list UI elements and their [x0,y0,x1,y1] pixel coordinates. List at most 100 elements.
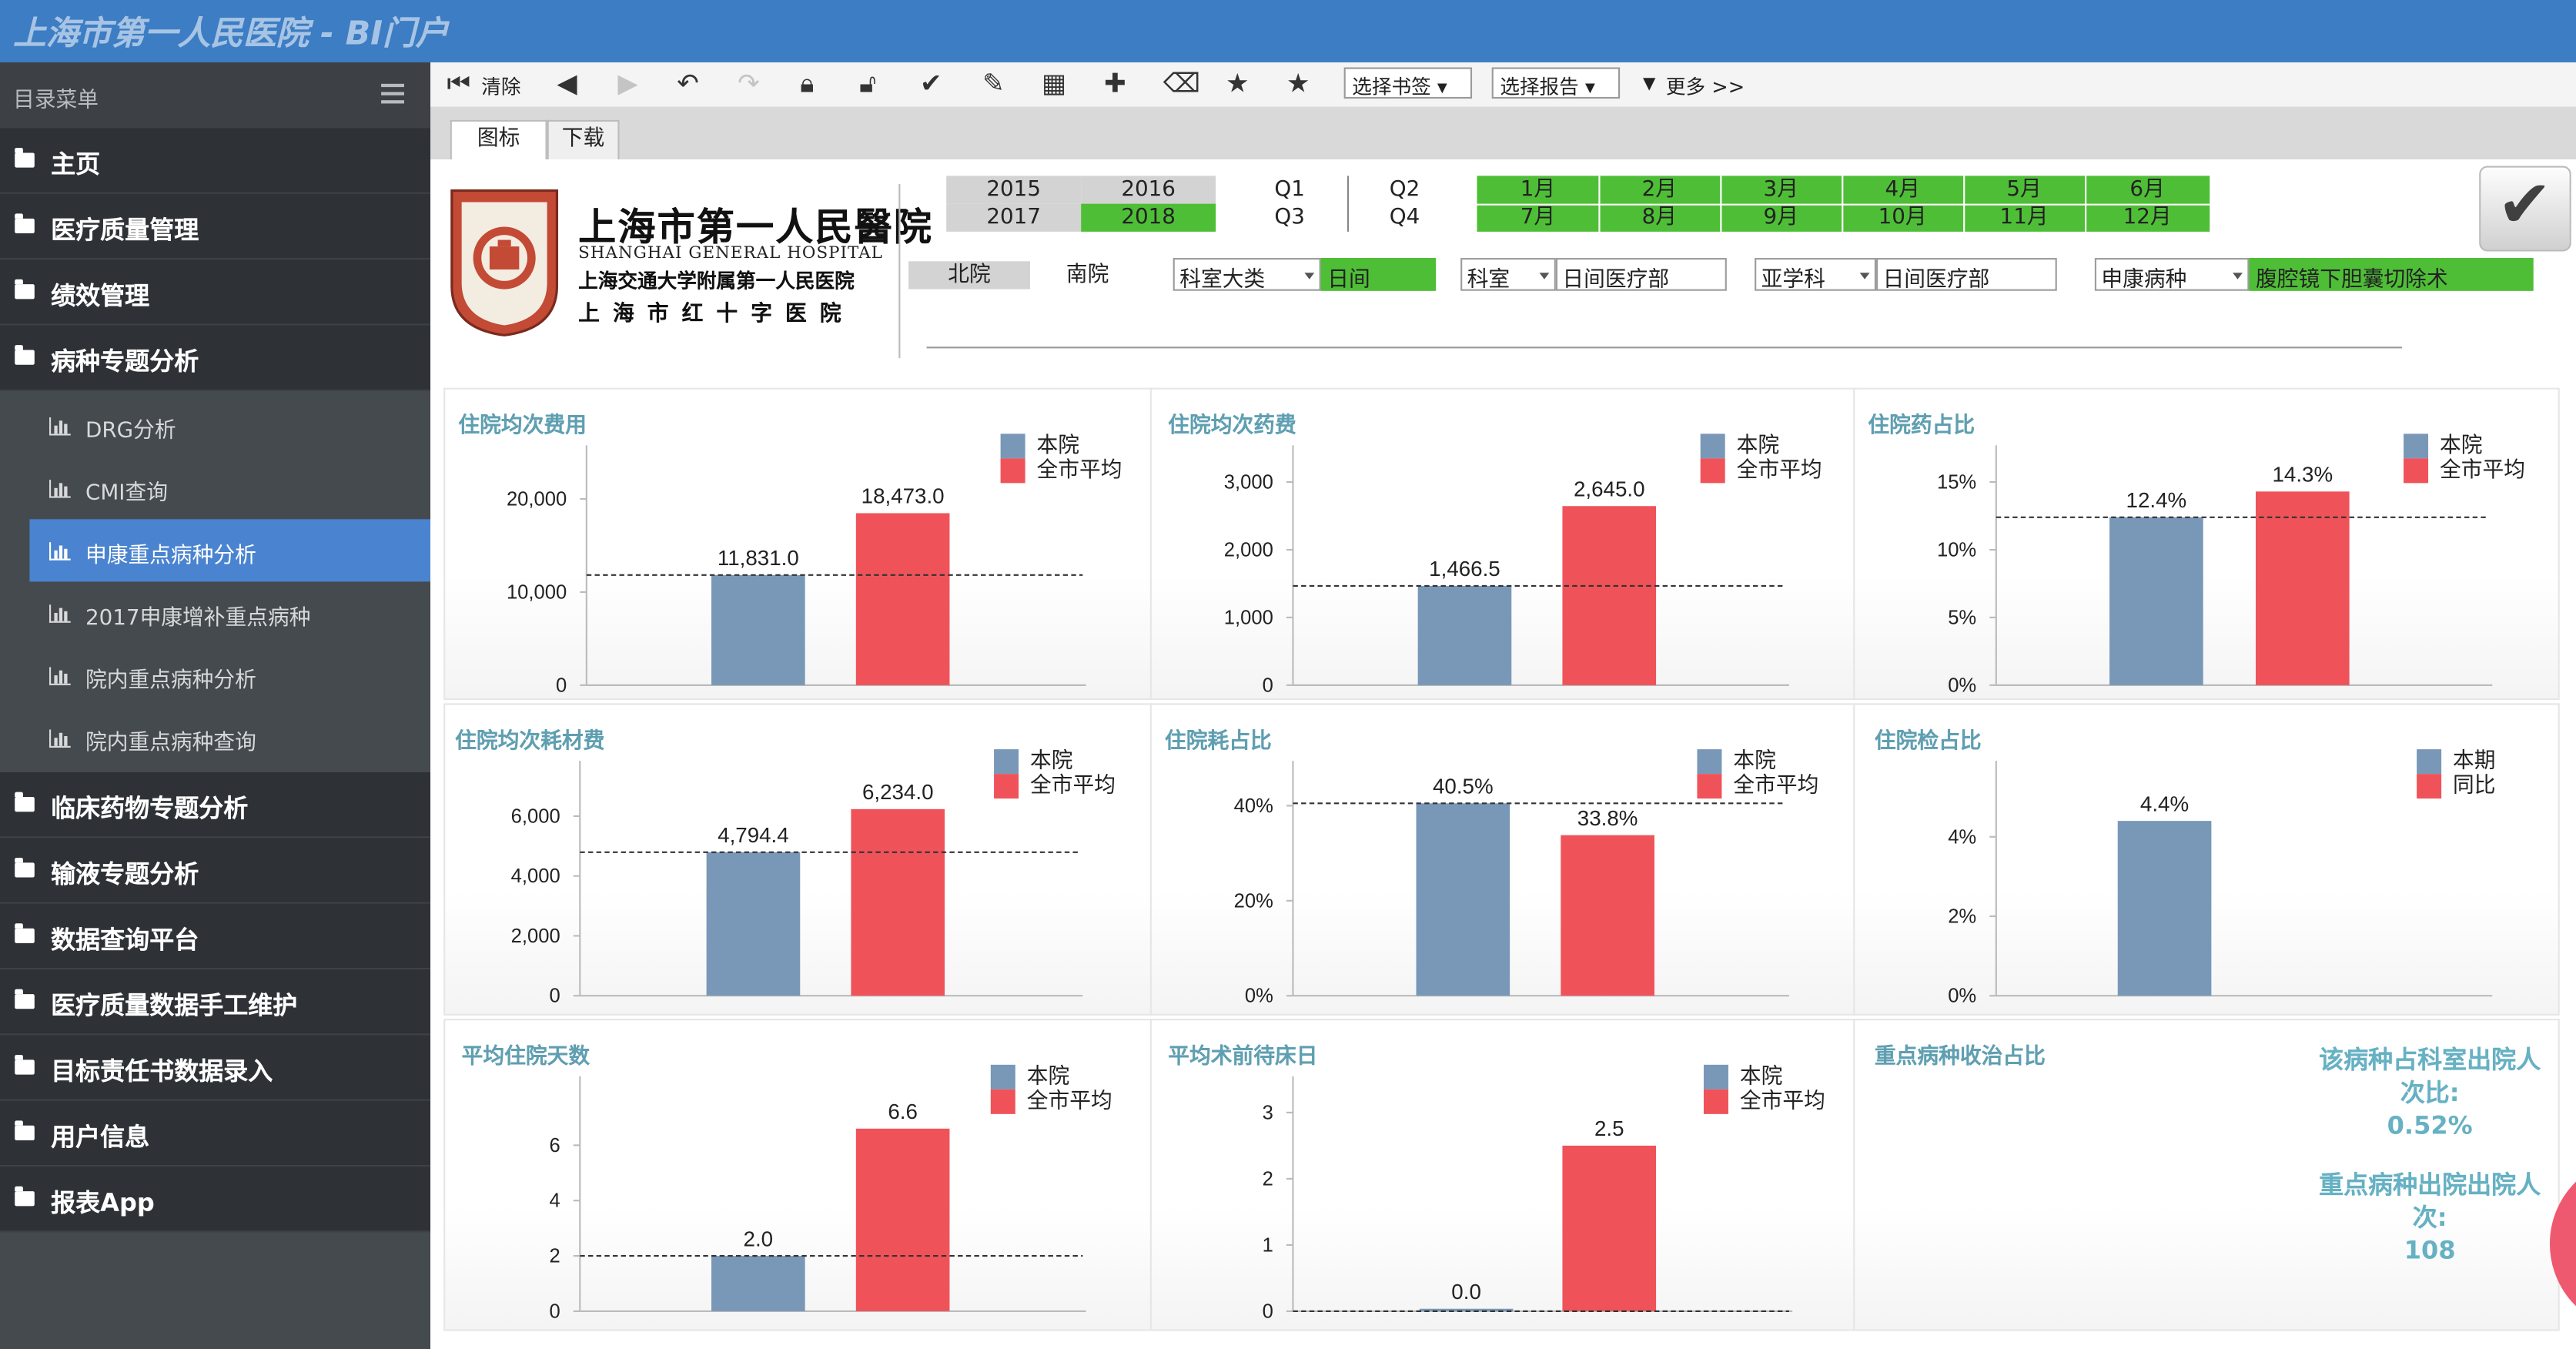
subspecialty-select[interactable]: 亚学科 [1755,258,1877,291]
bookmark-add-icon[interactable]: ★ [1226,69,1250,99]
folder-open-icon [15,345,35,365]
confirm-button[interactable]: ✔ [2479,166,2571,252]
check-circle-icon[interactable]: ✔ [920,69,942,99]
data-label: 0.0 [1451,1280,1481,1304]
month-7[interactable]: 7月 [1477,203,1599,232]
dept-value[interactable]: 日间医疗部 [1555,258,1727,291]
chart-icon[interactable]: ▦ [1042,69,1066,99]
donut-label-dept-ratio: 该病种占科室出院人 次比: 0.52% [2298,1043,2561,1142]
dept-select[interactable]: 科室 [1460,258,1556,291]
edit-icon[interactable]: ✎ [982,69,1005,99]
bar-hospital [1417,585,1512,685]
year-2015[interactable]: 2015 [946,176,1082,204]
unlock-icon[interactable]: 🔓︎ [859,69,876,99]
sidebar-subitem-drg[interactable]: DRG分析 [29,394,431,457]
dept-category-value[interactable]: 日间 [1320,258,1437,291]
sidebar-item-label: 医疗质量管理 [51,215,199,245]
year-2016[interactable]: 2016 [1081,176,1216,204]
disease-value[interactable]: 腹腔镜下胆囊切除术 [2249,258,2534,291]
redo-icon[interactable]: ↷ [738,69,760,99]
campus-south[interactable]: 南院 [1030,261,1146,290]
hamburger-menu-icon[interactable] [381,83,404,109]
logo-alt-name: 上海市红十字医院 [578,302,855,327]
sidebar-item-label: 医疗质量数据手工维护 [51,990,298,1021]
sidebar-item-label: 报表App [51,1187,155,1218]
month-1[interactable]: 1月 [1477,176,1599,204]
quarter-q3[interactable]: Q3 [1232,203,1347,232]
logo-affiliation: 上海交通大学附属第一人民医院 [578,269,855,293]
clear-icon[interactable]: ⏮ [447,69,470,99]
bookmark-icon[interactable]: ★ [1286,69,1310,99]
sidebar-subitem-cmi[interactable]: CMI查询 [29,457,431,520]
lock-icon[interactable]: 🔒︎ [800,69,814,99]
sidebar-item-report-app[interactable]: 报表App [0,1167,431,1233]
y-tick-label: 10,000 [507,581,567,603]
sidebar-item-user-info[interactable]: 用户信息 [0,1100,431,1167]
folder-icon [15,923,35,943]
clear-button[interactable]: 清除 [481,72,520,100]
bar-city-avg [855,513,950,685]
sidebar-item-data-query[interactable]: 数据查询平台 [0,903,431,970]
sidebar-item-target-entry[interactable]: 目标责任书数据录入 [0,1035,431,1101]
legend-item-hospital: 本院 [990,1064,1112,1090]
tab-chart[interactable]: 图标 [450,119,547,159]
add-icon[interactable]: ✚ [1104,69,1126,99]
month-8[interactable]: 8月 [1598,203,1721,232]
sidebar-item-home[interactable]: 主页 [0,128,431,194]
y-tick-label: 0 [1263,1300,1273,1322]
report-select[interactable]: 选择报告 ▾ [1491,67,1621,99]
eraser-icon[interactable]: ⌫ [1163,69,1200,99]
y-tick-label: 0 [1263,674,1273,696]
year-2017[interactable]: 2017 [946,203,1082,232]
sidebar-item-clinical-drugs[interactable]: 临床药物专题分析 [0,772,431,839]
hospital-seal-logo [450,189,559,336]
forward-icon[interactable]: ▶ [617,69,637,99]
month-6[interactable]: 6月 [2085,176,2210,204]
sidebar-subitem-label: CMI查询 [85,481,168,507]
y-tick-label: 0 [549,1300,560,1322]
back-icon[interactable]: ◀ [557,69,577,99]
bookmark-select[interactable]: 选择书签 ▾ [1343,67,1473,99]
sidebar-item-disease-analysis[interactable]: 病种专题分析 [0,325,431,391]
sidebar-subitem-internal-analysis[interactable]: 院内重点病种分析 [29,644,431,707]
tab-download[interactable]: 下载 [547,119,620,159]
sidebar-item-label: 绩效管理 [51,280,150,311]
dept-category-filter: 科室大类 日间 [1173,258,1437,291]
month-9[interactable]: 9月 [1720,203,1842,232]
donut-label-line: 重点病种出院出院人 [2319,1170,2541,1200]
sidebar-item-label: 主页 [51,149,101,179]
dept-filter: 科室 日间医疗部 [1460,258,1727,291]
month-12[interactable]: 12月 [2085,203,2210,232]
more-button[interactable]: 更多 >> [1666,72,1745,100]
legend-item-hospital: 本院 [1700,433,1822,459]
quarter-q2[interactable]: Q2 [1347,176,1463,204]
sidebar-subitem-shenkang[interactable]: 申康重点病种分析 [29,519,431,582]
sidebar-item-manual-maintenance[interactable]: 医疗质量数据手工维护 [0,969,431,1036]
month-10[interactable]: 10月 [1842,203,1964,232]
quarter-q4[interactable]: Q4 [1347,203,1463,232]
undo-icon[interactable]: ↶ [677,69,699,99]
month-5[interactable]: 5月 [1963,176,2086,204]
y-tick-label: 6 [549,1135,560,1157]
year-2018[interactable]: 2018 [1081,203,1216,232]
y-tick-label: 0% [1948,986,1976,1007]
y-tick-label: 2% [1948,906,1976,928]
sidebar-item-infusion[interactable]: 输液专题分析 [0,838,431,904]
dept-category-select[interactable]: 科室大类 [1173,258,1321,291]
sidebar-item-performance[interactable]: 绩效管理 [0,259,431,326]
sidebar-subitem-internal-query[interactable]: 院内重点病种查询 [29,706,431,769]
month-11[interactable]: 11月 [1963,203,2086,232]
campus-north[interactable]: 北院 [908,261,1031,290]
quarter-q1[interactable]: Q1 [1232,176,1347,204]
disease-select[interactable]: 申康病种 [2094,258,2250,291]
sidebar-subitem-2017-supplement[interactable]: 2017申康增补重点病种 [29,581,431,644]
y-tick-label: 4 [549,1190,560,1212]
sidebar-item-quality[interactable]: 医疗质量管理 [0,193,431,260]
month-3[interactable]: 3月 [1720,176,1842,204]
month-2[interactable]: 2月 [1598,176,1721,204]
month-4[interactable]: 4月 [1842,176,1964,204]
subspecialty-value[interactable]: 日间医疗部 [1876,258,2057,291]
legend-item-hospital: 本院 [2404,433,2525,459]
legend-item-yoy: 同比 [2417,774,2496,799]
more-dropdown-icon[interactable]: ▼ [1643,75,1655,93]
